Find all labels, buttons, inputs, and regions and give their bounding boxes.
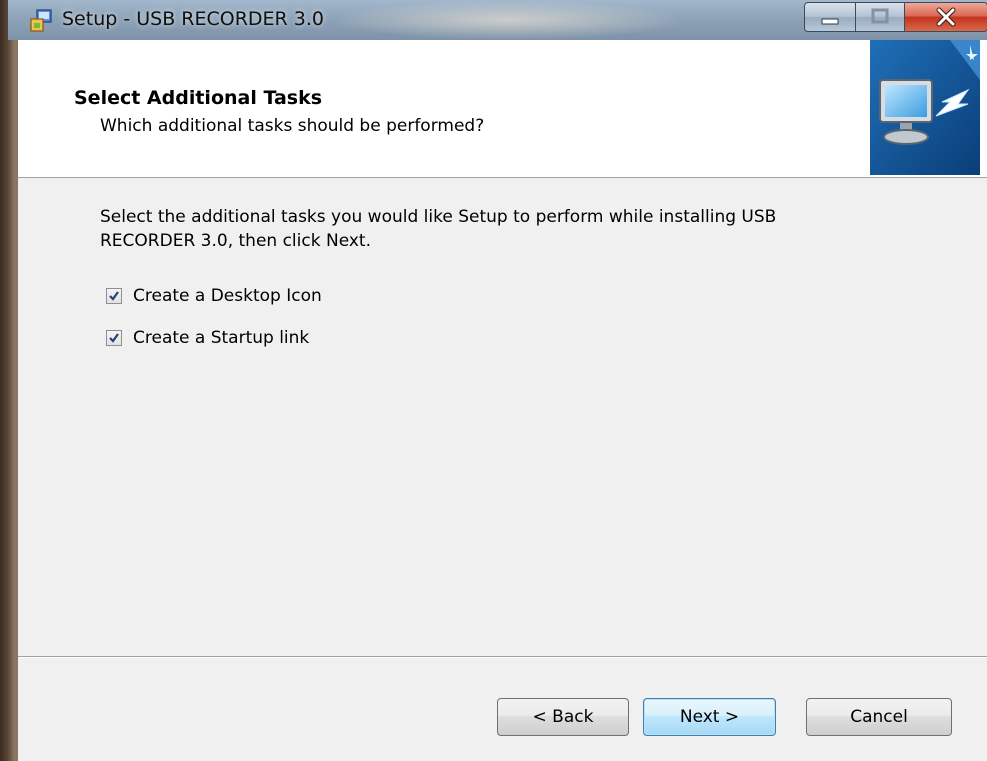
- title-glow: [328, 0, 688, 40]
- maximize-button[interactable]: [855, 2, 905, 32]
- checkmark-icon: [109, 333, 119, 343]
- minimize-button[interactable]: [804, 2, 856, 32]
- title-bar[interactable]: Setup - USB RECORDER 3.0: [8, 0, 987, 40]
- page-subtitle: Which additional tasks should be perform…: [100, 116, 485, 136]
- minimize-icon: [821, 18, 839, 25]
- startup-link-label: Create a Startup link: [133, 328, 310, 348]
- close-icon: [936, 7, 956, 27]
- wizard-header: Select Additional Tasks Which additional…: [18, 40, 987, 178]
- task-desktop-icon[interactable]: Create a Desktop Icon: [106, 285, 322, 307]
- desktop-icon-label: Create a Desktop Icon: [133, 286, 322, 306]
- footer-divider: [18, 656, 987, 658]
- checkmark-icon: [109, 291, 119, 301]
- setup-app-icon: [28, 8, 54, 34]
- desktop-icon-checkbox[interactable]: [106, 288, 122, 304]
- cancel-button[interactable]: Cancel: [806, 698, 952, 736]
- page-title: Select Additional Tasks: [74, 87, 323, 109]
- maximize-icon: [871, 8, 889, 24]
- monitor-install-icon: [870, 40, 980, 175]
- dialog-client-area: Select Additional Tasks Which additional…: [18, 40, 987, 761]
- window-title: Setup - USB RECORDER 3.0: [62, 8, 325, 30]
- tasks-description: Select the additional tasks you would li…: [100, 207, 777, 251]
- back-button[interactable]: < Back: [497, 698, 629, 736]
- startup-link-checkbox[interactable]: [106, 330, 122, 346]
- next-button[interactable]: Next >: [643, 698, 776, 736]
- task-startup-link[interactable]: Create a Startup link: [106, 327, 309, 349]
- close-button[interactable]: [904, 2, 987, 32]
